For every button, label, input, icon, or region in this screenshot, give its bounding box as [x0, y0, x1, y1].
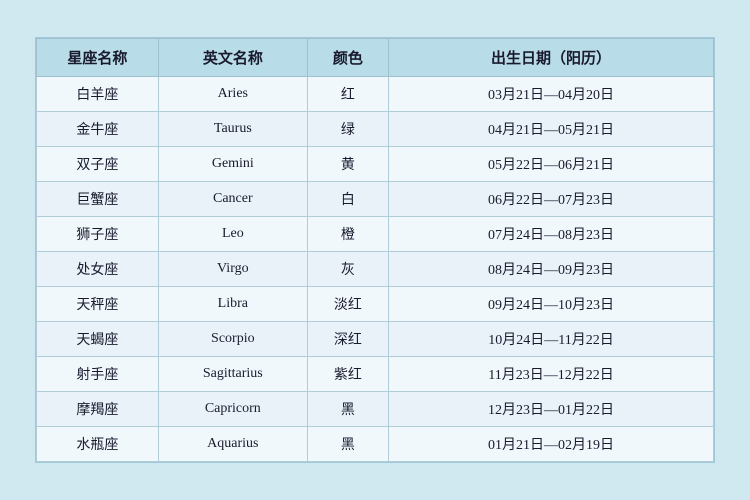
cell-chinese: 水瓶座 — [37, 427, 159, 462]
cell-chinese: 天蝎座 — [37, 322, 159, 357]
table-header-row: 星座名称 英文名称 颜色 出生日期（阳历） — [37, 39, 714, 77]
cell-color: 淡红 — [307, 287, 388, 322]
header-date: 出生日期（阳历） — [389, 39, 714, 77]
cell-english: Cancer — [158, 182, 307, 217]
header-color: 颜色 — [307, 39, 388, 77]
cell-date: 11月23日—12月22日 — [389, 357, 714, 392]
table-row: 双子座Gemini黄05月22日—06月21日 — [37, 147, 714, 182]
cell-date: 03月21日—04月20日 — [389, 77, 714, 112]
cell-english: Libra — [158, 287, 307, 322]
cell-english: Taurus — [158, 112, 307, 147]
table-body: 白羊座Aries红03月21日—04月20日金牛座Taurus绿04月21日—0… — [37, 77, 714, 462]
cell-color: 红 — [307, 77, 388, 112]
cell-english: Leo — [158, 217, 307, 252]
cell-chinese: 处女座 — [37, 252, 159, 287]
cell-english: Gemini — [158, 147, 307, 182]
cell-color: 白 — [307, 182, 388, 217]
table-row: 狮子座Leo橙07月24日—08月23日 — [37, 217, 714, 252]
cell-color: 橙 — [307, 217, 388, 252]
table-row: 水瓶座Aquarius黑01月21日—02月19日 — [37, 427, 714, 462]
cell-chinese: 摩羯座 — [37, 392, 159, 427]
cell-color: 深红 — [307, 322, 388, 357]
cell-color: 黄 — [307, 147, 388, 182]
table-row: 摩羯座Capricorn黑12月23日—01月22日 — [37, 392, 714, 427]
cell-color: 紫红 — [307, 357, 388, 392]
table-row: 白羊座Aries红03月21日—04月20日 — [37, 77, 714, 112]
header-english: 英文名称 — [158, 39, 307, 77]
cell-english: Capricorn — [158, 392, 307, 427]
cell-date: 01月21日—02月19日 — [389, 427, 714, 462]
cell-chinese: 射手座 — [37, 357, 159, 392]
cell-english: Virgo — [158, 252, 307, 287]
cell-date: 10月24日—11月22日 — [389, 322, 714, 357]
header-chinese: 星座名称 — [37, 39, 159, 77]
cell-date: 12月23日—01月22日 — [389, 392, 714, 427]
cell-color: 黑 — [307, 427, 388, 462]
table-row: 巨蟹座Cancer白06月22日—07月23日 — [37, 182, 714, 217]
cell-chinese: 白羊座 — [37, 77, 159, 112]
table-row: 处女座Virgo灰08月24日—09月23日 — [37, 252, 714, 287]
cell-color: 灰 — [307, 252, 388, 287]
cell-chinese: 狮子座 — [37, 217, 159, 252]
table-row: 天秤座Libra淡红09月24日—10月23日 — [37, 287, 714, 322]
cell-chinese: 双子座 — [37, 147, 159, 182]
zodiac-table: 星座名称 英文名称 颜色 出生日期（阳历） 白羊座Aries红03月21日—04… — [36, 38, 714, 462]
cell-english: Aquarius — [158, 427, 307, 462]
cell-chinese: 天秤座 — [37, 287, 159, 322]
zodiac-table-container: 星座名称 英文名称 颜色 出生日期（阳历） 白羊座Aries红03月21日—04… — [35, 37, 715, 463]
cell-color: 黑 — [307, 392, 388, 427]
table-row: 射手座Sagittarius紫红11月23日—12月22日 — [37, 357, 714, 392]
cell-date: 08月24日—09月23日 — [389, 252, 714, 287]
cell-chinese: 金牛座 — [37, 112, 159, 147]
table-row: 金牛座Taurus绿04月21日—05月21日 — [37, 112, 714, 147]
cell-date: 07月24日—08月23日 — [389, 217, 714, 252]
cell-date: 09月24日—10月23日 — [389, 287, 714, 322]
cell-date: 05月22日—06月21日 — [389, 147, 714, 182]
cell-date: 06月22日—07月23日 — [389, 182, 714, 217]
cell-color: 绿 — [307, 112, 388, 147]
cell-date: 04月21日—05月21日 — [389, 112, 714, 147]
cell-english: Aries — [158, 77, 307, 112]
table-row: 天蝎座Scorpio深红10月24日—11月22日 — [37, 322, 714, 357]
cell-english: Sagittarius — [158, 357, 307, 392]
cell-english: Scorpio — [158, 322, 307, 357]
cell-chinese: 巨蟹座 — [37, 182, 159, 217]
